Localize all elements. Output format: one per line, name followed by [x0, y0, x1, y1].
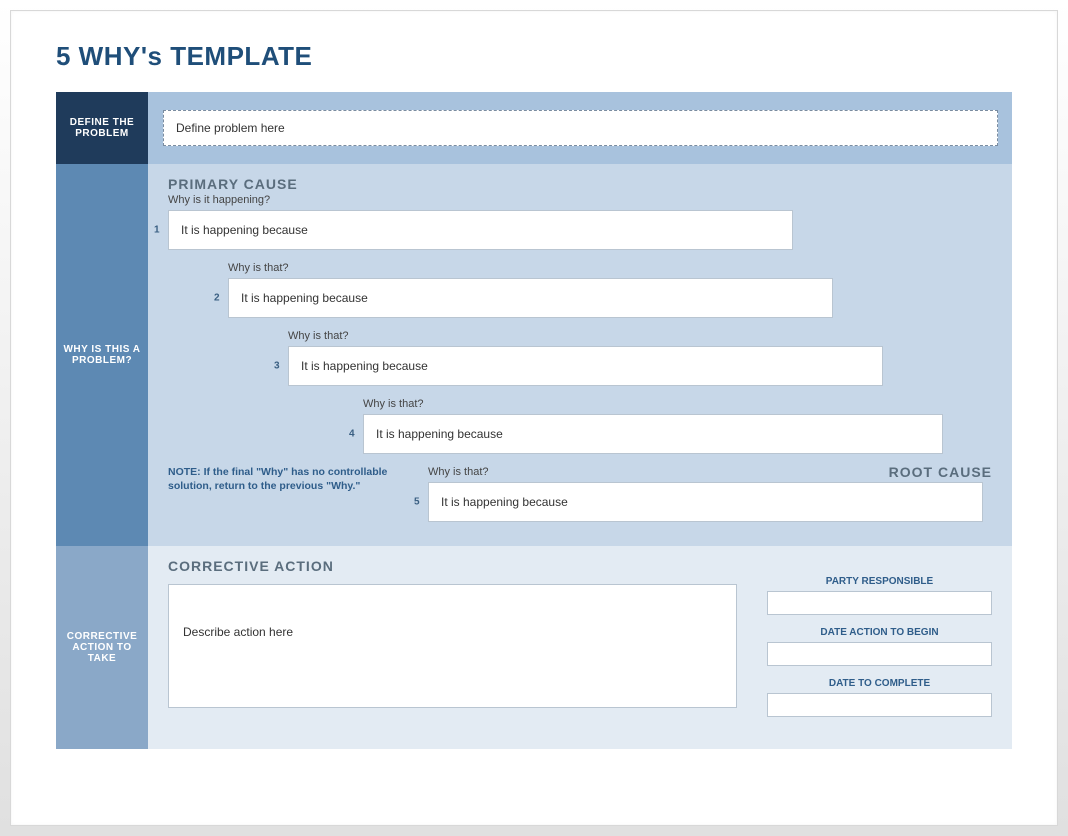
template-page: 5 WHY's TEMPLATE DEFINE THE PROBLEM Defi…	[10, 10, 1058, 826]
page-title: 5 WHY's TEMPLATE	[56, 41, 1012, 72]
action-description-input[interactable]: Describe action here	[168, 584, 737, 708]
input-party-responsible[interactable]	[767, 591, 992, 615]
why-input-2[interactable]: It is happening because	[228, 278, 833, 318]
root-cause-label: ROOT CAUSE	[889, 464, 992, 480]
whys-note: NOTE: If the final "Why" has no controll…	[168, 466, 398, 493]
label-define-problem: DEFINE THE PROBLEM	[56, 92, 148, 164]
action-left: Describe action here	[168, 576, 737, 729]
why-question-1: Why is it happening?	[168, 194, 992, 206]
corrective-action-heading: CORRECTIVE ACTION	[168, 558, 992, 574]
why-step-5: NOTE: If the final "Why" has no controll…	[168, 466, 992, 522]
action-area: Describe action here PARTY RESPONSIBLE D…	[168, 576, 992, 729]
why-input-3[interactable]: It is happening because	[288, 346, 883, 386]
label-corrective-action: CORRECTIVE ACTION TO TAKE	[56, 546, 148, 749]
why-step-1: Why is it happening? 1 It is happening b…	[168, 194, 992, 262]
row-corrective-action: CORRECTIVE ACTION TO TAKE CORRECTIVE ACT…	[56, 546, 1012, 749]
action-content: CORRECTIVE ACTION Describe action here P…	[148, 546, 1012, 749]
row-whys: WHY IS THIS A PROBLEM? PRIMARY CAUSE Why…	[56, 164, 1012, 546]
template-grid: DEFINE THE PROBLEM Define problem here W…	[56, 92, 1012, 749]
label-whys: WHY IS THIS A PROBLEM?	[56, 164, 148, 546]
label-party-responsible: PARTY RESPONSIBLE	[767, 576, 992, 587]
why-input-4[interactable]: It is happening because	[363, 414, 943, 454]
why-number-2: 2	[214, 293, 220, 304]
why-input-5[interactable]: It is happening because	[428, 482, 983, 522]
label-date-begin: DATE ACTION TO BEGIN	[767, 627, 992, 638]
label-date-complete: DATE TO COMPLETE	[767, 678, 992, 689]
why-question-4: Why is that?	[363, 398, 992, 410]
why-number-4: 4	[349, 429, 355, 440]
why-number-3: 3	[274, 361, 280, 372]
primary-cause-heading: PRIMARY CAUSE	[168, 176, 992, 192]
why-question-3: Why is that?	[288, 330, 992, 342]
why-question-2: Why is that?	[228, 262, 992, 274]
why-step-4: Why is that? 4 It is happening because	[363, 398, 992, 466]
whys-content: PRIMARY CAUSE Why is it happening? 1 It …	[148, 164, 1012, 546]
why-number-5: 5	[414, 497, 420, 508]
input-date-begin[interactable]	[767, 642, 992, 666]
why-input-1[interactable]: It is happening because	[168, 210, 793, 250]
input-date-complete[interactable]	[767, 693, 992, 717]
define-problem-input[interactable]: Define problem here	[163, 110, 998, 146]
why-step-2: Why is that? 2 It is happening because	[228, 262, 992, 330]
why-step-3: Why is that? 3 It is happening because	[288, 330, 992, 398]
row-define-problem: DEFINE THE PROBLEM Define problem here	[56, 92, 1012, 164]
why-number-1: 1	[154, 225, 160, 236]
define-content: Define problem here	[148, 92, 1012, 164]
action-right: PARTY RESPONSIBLE DATE ACTION TO BEGIN D…	[767, 576, 992, 729]
